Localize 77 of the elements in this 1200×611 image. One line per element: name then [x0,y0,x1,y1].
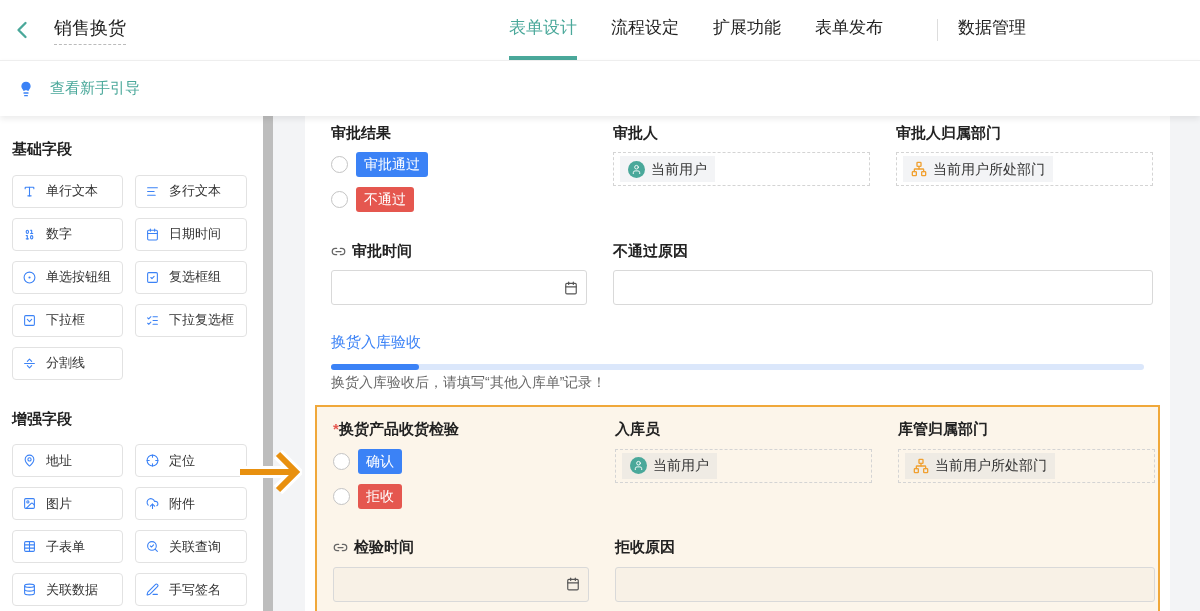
field-type-button[interactable]: 数字 [12,217,123,251]
field-type-button[interactable]: 图片 [12,487,123,520]
user-icon [628,160,645,178]
checkbox-icon [146,270,159,284]
calendar-icon [146,227,159,241]
option-tag: 确认 [358,448,402,474]
section-note: 换货入库验收后，请填写“其他入库单”记录！ [331,372,608,392]
user-chip: 当前用户 [620,156,715,182]
radio-button[interactable] [333,487,350,505]
crosshair-icon [146,454,159,467]
paragraph-icon [146,184,159,198]
form-title[interactable]: 销售换货 [54,15,126,45]
field-label: 审批人 [613,122,658,143]
field-label: 不通过原因 [613,240,688,261]
field-type-button[interactable]: 关联数据 [12,573,123,606]
upload-icon [146,497,159,510]
radio-button[interactable] [331,191,348,208]
field-type-button[interactable]: 复选框组 [135,260,247,294]
nav-tab[interactable]: 流程设定 [611,0,679,60]
radio-button[interactable] [331,156,348,173]
group-title: 增强字段 [12,408,73,429]
org-chart-icon [913,457,929,474]
date-field[interactable] [333,566,589,602]
nav-tab[interactable]: 扩展功能 [713,0,781,60]
group-title: 基础字段 [12,139,73,159]
option-tag: 不通过 [356,187,414,212]
field-type-button[interactable]: 手写签名 [135,573,247,606]
divider-icon [23,356,36,370]
option-tag: 审批通过 [356,152,428,177]
field-type-button[interactable]: 单行文本 [12,174,123,208]
pen-icon [146,583,159,596]
radio-button[interactable] [333,452,350,470]
field-type-button[interactable]: 子表单 [12,530,123,563]
text-icon [23,184,36,198]
calendar-icon [566,577,580,591]
field-type-button[interactable]: 地址 [12,444,123,477]
field-type-button[interactable]: 下拉框 [12,303,123,337]
field-label: 审批人归属部门 [896,122,1001,143]
field-label: 审批结果 [331,122,391,143]
table-icon [23,540,36,553]
field-label: 拒收原因 [615,537,675,558]
user-icon [630,457,647,474]
field-label: 入库员 [615,419,660,440]
number-icon [23,227,36,241]
dropdown-icon [23,313,36,327]
department-chip: 当前用户所处部门 [905,452,1055,479]
map-pin-icon [23,454,36,467]
org-chart-icon [911,161,927,177]
option-tag: 拒收 [358,483,402,509]
field-type-button[interactable]: 附件 [135,487,247,520]
field-type-button[interactable]: 定位 [135,444,247,477]
search-icon [146,540,159,553]
image-icon [23,497,36,510]
field-type-button[interactable]: 关联查询 [135,530,247,563]
department-chip: 当前用户所处部门 [903,156,1053,182]
input-field[interactable] [615,566,1155,602]
nav-tab[interactable]: 数据管理 [958,0,1026,60]
radio-icon [23,270,36,284]
field-type-button[interactable]: 分割线 [12,346,123,380]
field-type-button[interactable]: 下拉复选框 [135,303,247,337]
field-type-button[interactable]: 多行文本 [135,174,247,208]
field-type-button[interactable]: 单选按钮组 [12,260,123,294]
user-chip: 当前用户 [622,452,717,479]
section-title: 换货入库验收 [331,332,422,352]
calendar-icon [564,280,578,295]
field-label: *换货产品收货检验 [333,419,459,440]
field-type-button[interactable]: 日期时间 [135,217,247,251]
input-field[interactable] [613,270,1153,305]
database-icon [23,583,36,596]
field-label: 库管归属部门 [898,419,988,440]
lightbulb-icon [18,80,34,97]
scrollbar[interactable] [263,116,273,611]
field-label: 检验时间 [354,537,414,558]
field-label: 审批时间 [352,240,412,261]
checklist-icon [146,313,159,327]
date-field[interactable] [331,270,587,305]
nav-tab[interactable]: 表单发布 [815,0,883,60]
